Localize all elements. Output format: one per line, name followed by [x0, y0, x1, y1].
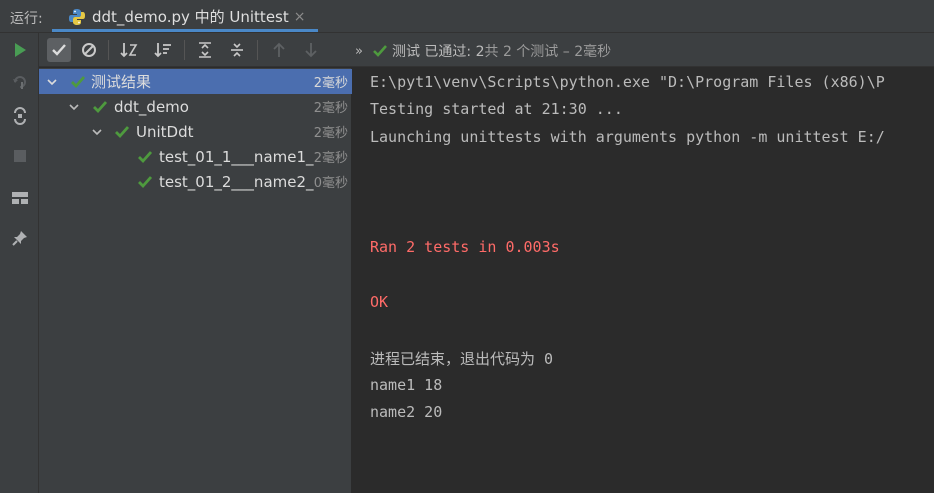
ignored-icon	[82, 43, 96, 57]
arrow-down-icon	[305, 43, 317, 58]
tree-duration: 2毫秒	[313, 126, 348, 141]
test-status-summary: » 测试 已通过: 2 共 2 个测试 – 2毫秒	[355, 41, 611, 61]
tree-label: ddt_demo	[114, 97, 189, 116]
console-line: Launching unittests with arguments pytho…	[370, 128, 885, 146]
toolbar-separator	[108, 40, 109, 60]
chevron-down-icon[interactable]	[91, 126, 103, 138]
tab-title: ddt_demo.py 中的 Unittest	[92, 8, 289, 26]
passed-check-icon	[71, 76, 85, 89]
status-total-text: 共 2 个测试 – 2毫秒	[484, 44, 612, 60]
expand-all-icon	[199, 42, 211, 58]
run-label: 运行:	[10, 11, 43, 27]
tree-label: test_01_1___name1_	[159, 147, 314, 166]
passed-check-icon	[138, 176, 152, 189]
collapse-all-icon	[231, 43, 243, 57]
pin-tab-button[interactable]	[9, 227, 31, 249]
rerun-button[interactable]	[9, 39, 31, 61]
tree-duration: 2毫秒	[313, 76, 348, 91]
tree-label: test_01_2___name2_	[159, 172, 314, 191]
status-passed-text: 测试 已通过: 2	[391, 44, 485, 60]
collapse-all-button[interactable]	[225, 38, 249, 62]
console-line: 进程已结束，退出代码为 0	[370, 350, 554, 368]
passed-check-icon	[138, 151, 152, 164]
chevron-down-icon[interactable]	[46, 76, 58, 88]
tab-close-icon[interactable]: ×	[294, 9, 306, 25]
tree-duration: 2毫秒	[313, 151, 348, 166]
tree-row-class[interactable]: UnitDdt 2毫秒	[39, 119, 352, 144]
test-runner-toolbar: » 测试 已通过: 2 共 2 个测试 – 2毫秒	[39, 33, 934, 67]
sort-by-duration-button[interactable]	[151, 38, 175, 62]
previous-failed-button[interactable]	[267, 38, 291, 62]
rerun-failed-button[interactable]	[9, 71, 31, 93]
next-failed-button[interactable]	[299, 38, 323, 62]
more-actions-chevron[interactable]: »	[355, 44, 363, 59]
console-line: name2 20	[370, 403, 443, 421]
console-output[interactable]: E:\pyt1\venv\Scripts\python.exe "D:\Prog…	[353, 68, 934, 493]
tree-duration: 0毫秒	[313, 176, 348, 191]
stop-button[interactable]	[9, 145, 31, 167]
rerun-failed-icon	[13, 76, 26, 89]
tree-label: UnitDdt	[136, 122, 194, 141]
python-icon	[68, 8, 86, 26]
tree-label: 测试结果	[91, 73, 152, 91]
sort-duration-icon	[154, 43, 171, 58]
arrow-up-icon	[273, 42, 285, 57]
console-line: name1 18	[370, 376, 443, 394]
layout-icon	[12, 192, 28, 204]
auto-test-icon	[14, 107, 26, 125]
check-icon	[52, 44, 66, 56]
tree-row-test[interactable]: test_01_1___name1_ 2毫秒	[39, 144, 352, 169]
layout-button[interactable]	[9, 187, 31, 209]
active-tab-indicator	[52, 29, 318, 32]
console-line: E:\pyt1\venv\Scripts\python.exe "D:\Prog…	[370, 73, 885, 91]
toggle-auto-test-button[interactable]	[9, 105, 31, 127]
run-icon	[15, 43, 26, 57]
pin-icon	[12, 231, 27, 246]
toolbar-separator	[184, 40, 185, 60]
toolbar-separator	[257, 40, 258, 60]
passed-check-icon	[115, 126, 129, 139]
stop-icon	[14, 150, 26, 162]
sort-alpha-icon	[120, 43, 138, 58]
tree-row-module[interactable]: ddt_demo 2毫秒	[39, 94, 352, 119]
expand-all-button[interactable]	[193, 38, 217, 62]
tree-row-test[interactable]: test_01_2___name2_ 0毫秒	[39, 169, 352, 194]
tree-duration: 2毫秒	[313, 101, 348, 116]
sort-alphabetically-button[interactable]	[117, 38, 141, 62]
show-ignored-button[interactable]	[77, 38, 101, 62]
tree-row-root[interactable]: 测试结果 2毫秒	[39, 69, 352, 94]
passed-check-icon	[93, 101, 107, 114]
show-passed-button[interactable]	[47, 38, 71, 62]
console-line: Ran 2 tests in 0.003s	[370, 238, 560, 256]
chevron-down-icon[interactable]	[68, 101, 80, 113]
console-line: Testing started at 21:30 ...	[370, 100, 623, 118]
left-vertical-toolbar	[0, 33, 39, 493]
console-line: OK	[370, 293, 389, 311]
run-tabbar: 运行: ddt_demo.py 中的 Unittest ×	[0, 0, 934, 33]
passed-check-icon	[373, 45, 387, 57]
test-results-tree: 测试结果 2毫秒 ddt_demo 2毫秒 UnitDdt 2毫秒 test_0…	[39, 68, 352, 493]
